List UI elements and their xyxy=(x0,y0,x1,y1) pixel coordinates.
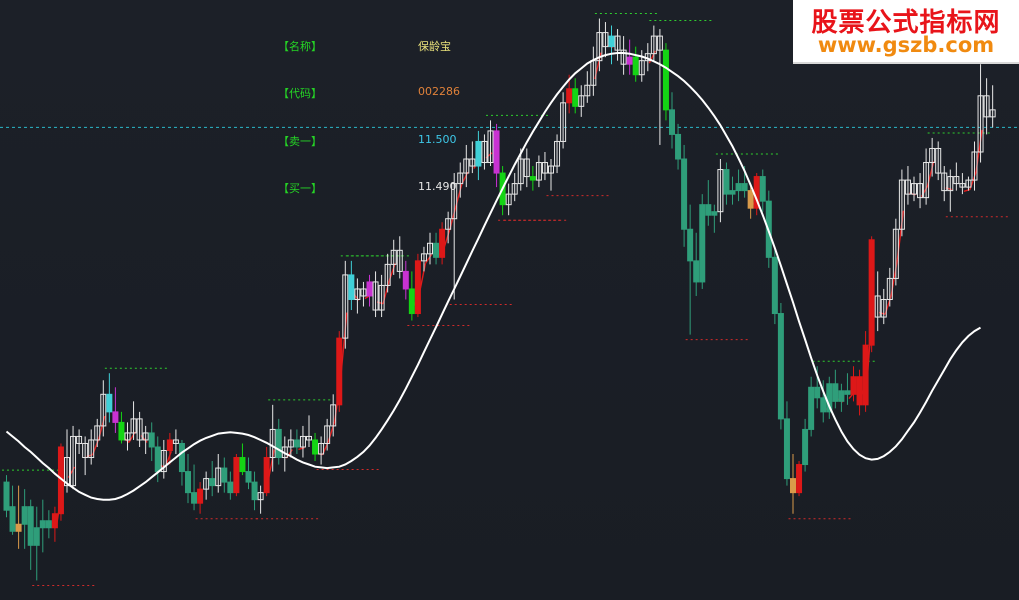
candle-body xyxy=(783,418,790,480)
ask-value: 11.500 xyxy=(418,133,457,146)
candle-body xyxy=(681,158,688,230)
watermark-url: www.gszb.com xyxy=(817,33,995,57)
candle-body xyxy=(693,260,700,283)
candle-body xyxy=(832,383,839,402)
candle-body xyxy=(729,190,736,195)
candle-body xyxy=(796,464,803,494)
trend-segment xyxy=(963,188,971,193)
code-label: 【代码】 xyxy=(278,87,322,100)
trend-segment xyxy=(298,447,305,451)
candle-body xyxy=(293,439,300,448)
candle-body xyxy=(275,428,282,459)
candle-body xyxy=(711,211,718,216)
candle-body xyxy=(9,506,16,532)
candles xyxy=(3,18,996,581)
candle-body xyxy=(221,467,228,483)
chart-window: 【名称】 保龄宝 【代码】 002286 【卖一】 11.500 【买一】 11… xyxy=(0,0,1019,600)
candle-body xyxy=(868,239,875,346)
candle-body xyxy=(21,506,28,525)
candle-body xyxy=(245,471,252,483)
candle-body xyxy=(699,204,706,283)
candle-body xyxy=(741,183,748,192)
candle-body xyxy=(687,228,694,262)
candle-body xyxy=(820,397,827,413)
candle-body xyxy=(197,488,204,504)
candle-body xyxy=(439,228,446,258)
candle-body xyxy=(233,457,240,494)
candle-body xyxy=(178,442,185,473)
bid-value: 11.490 xyxy=(418,180,457,193)
candle-body xyxy=(154,446,161,473)
candle-body xyxy=(433,242,440,258)
candle-body xyxy=(566,88,573,104)
candle-body xyxy=(27,506,34,546)
candle-body xyxy=(312,439,319,455)
candle-body xyxy=(33,527,40,546)
candle-body xyxy=(118,421,125,441)
candle-body xyxy=(408,288,415,315)
candle-body xyxy=(808,386,815,430)
candle-body xyxy=(251,481,258,501)
candle-body xyxy=(3,481,10,511)
candle-body xyxy=(45,520,52,529)
candle-body xyxy=(608,35,615,48)
candle-body xyxy=(705,204,712,216)
candle-body xyxy=(862,344,869,406)
candle-body xyxy=(632,56,639,76)
candle-body xyxy=(790,478,796,494)
name-label: 【名称】 xyxy=(278,40,322,53)
candle-body xyxy=(802,428,809,466)
candle-body xyxy=(414,260,421,315)
candle-body xyxy=(747,190,754,209)
candle-body xyxy=(723,169,730,195)
bid-label: 【买一】 xyxy=(278,182,322,195)
trend-segments xyxy=(55,44,983,527)
candle-body xyxy=(838,390,845,402)
candle-body xyxy=(759,176,766,202)
candle-body xyxy=(112,411,119,423)
level-dashes xyxy=(2,13,1019,586)
candle-body xyxy=(15,523,22,532)
candle-body xyxy=(529,176,536,181)
candle-body xyxy=(814,386,821,399)
candle-body xyxy=(771,256,778,315)
candle-body xyxy=(209,478,216,487)
code-value: 002286 xyxy=(418,85,460,98)
candle-body xyxy=(227,481,234,494)
candle-body xyxy=(572,88,579,107)
watermark-logo: 股票公式指标网 www.gszb.com xyxy=(793,0,1019,64)
candle-body xyxy=(336,337,343,406)
candle-body xyxy=(475,140,482,167)
candle-body xyxy=(366,281,373,297)
candle-body xyxy=(263,457,270,494)
candle-body xyxy=(669,109,675,135)
name-value: 保龄宝 xyxy=(418,40,451,53)
candle-body xyxy=(777,313,784,420)
candle-body xyxy=(148,432,155,448)
candle-body xyxy=(348,274,355,300)
candle-body xyxy=(402,270,409,290)
candle-body xyxy=(675,133,682,160)
candle-body xyxy=(185,471,191,494)
candle-body xyxy=(106,393,113,413)
candle-body xyxy=(735,183,742,192)
candle-body xyxy=(662,49,669,111)
candle-body xyxy=(850,376,857,395)
candle-body xyxy=(51,513,58,529)
ask-label: 【卖一】 xyxy=(278,135,322,148)
candlestick-chart[interactable] xyxy=(0,0,1019,600)
candle-body xyxy=(39,520,46,529)
candle-body xyxy=(166,439,173,452)
candle-body xyxy=(239,457,246,473)
candle-body xyxy=(493,130,500,174)
candle-body xyxy=(856,376,863,406)
candle-body xyxy=(844,390,851,395)
candle-body xyxy=(191,492,198,504)
candle-body xyxy=(626,56,633,65)
